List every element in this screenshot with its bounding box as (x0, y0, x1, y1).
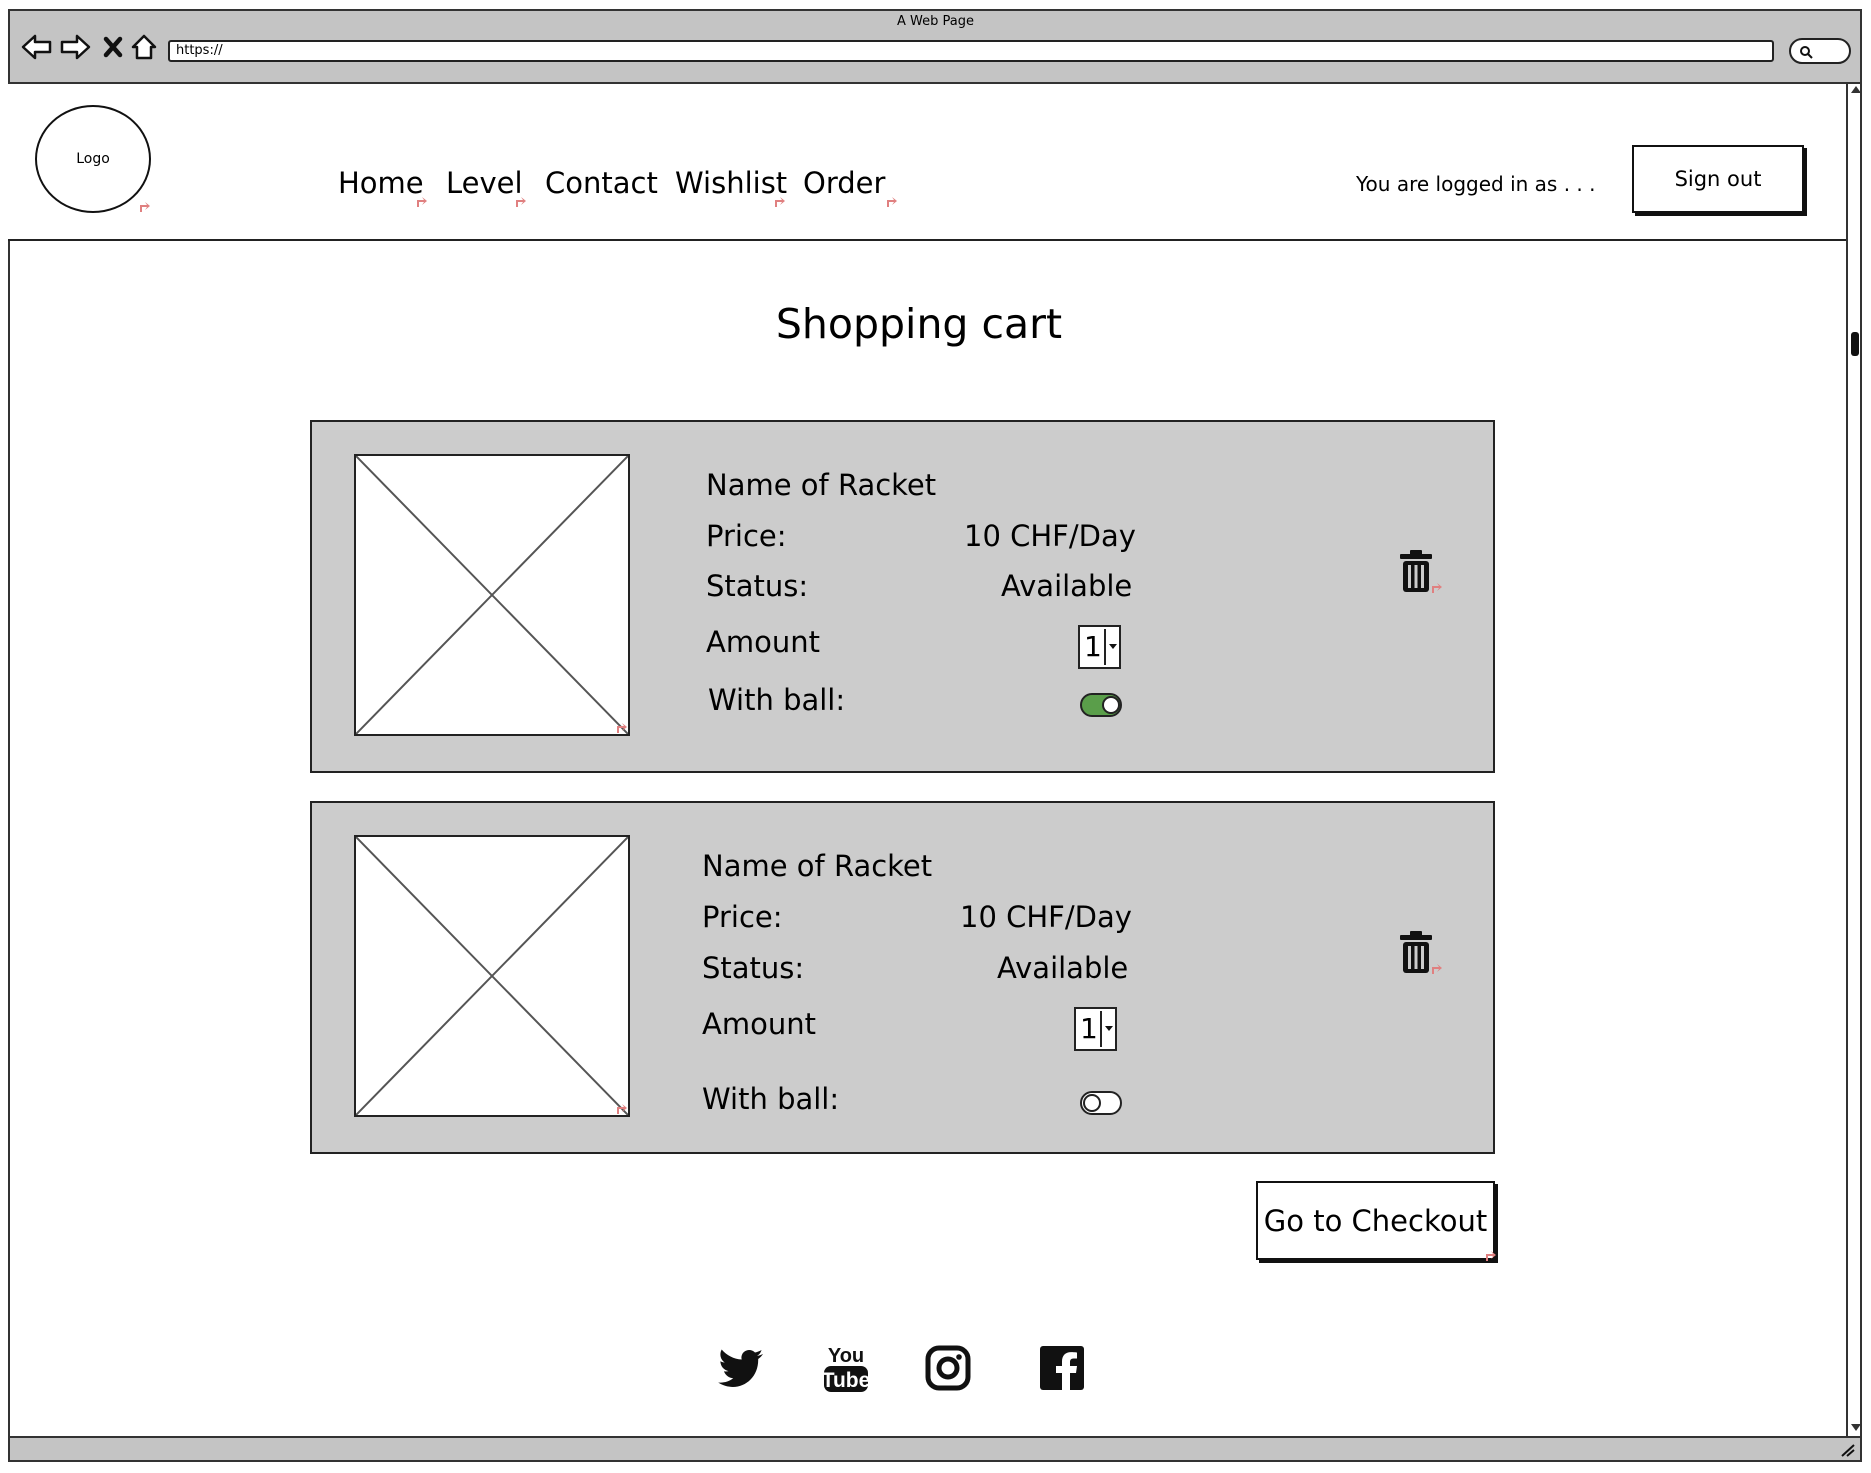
item-name: Name of Racket (706, 468, 937, 502)
link-marker-icon (1432, 964, 1442, 974)
amount-value: 1 (1080, 1012, 1098, 1045)
price-label: Price: (706, 519, 787, 553)
price-value: 10 CHF/Day (960, 900, 1132, 934)
nav-level[interactable]: Level (446, 166, 523, 200)
with-ball-toggle[interactable] (1080, 693, 1122, 717)
amount-value: 1 (1084, 630, 1102, 663)
with-ball-label: With ball: (702, 1082, 840, 1116)
product-image-placeholder[interactable] (354, 835, 630, 1117)
price-value: 10 CHF/Day (964, 519, 1136, 553)
url-input[interactable]: https:// (168, 40, 1774, 62)
browser-search-field[interactable] (1789, 38, 1851, 64)
page-title: Shopping cart (775, 300, 1063, 348)
svg-text:Tube: Tube (822, 1369, 870, 1392)
trash-icon[interactable] (1398, 930, 1434, 974)
status-value: Available (997, 951, 1129, 985)
logo[interactable]: Logo (35, 105, 151, 213)
window-title: A Web Page (897, 14, 974, 29)
link-marker-icon (617, 723, 627, 733)
toggle-knob (1083, 1094, 1101, 1112)
back-icon[interactable] (20, 30, 54, 64)
nav-wishlist[interactable]: Wishlist (675, 166, 787, 200)
home-icon[interactable] (128, 30, 160, 64)
toggle-knob (1102, 696, 1120, 714)
link-marker-icon (617, 1104, 627, 1114)
link-marker-icon (886, 193, 898, 207)
scroll-up-icon[interactable] (1851, 86, 1861, 93)
status-label: Status: (706, 569, 809, 603)
stepper-divider (1100, 1011, 1102, 1047)
checkout-button[interactable]: Go to Checkout (1256, 1181, 1496, 1261)
facebook-icon[interactable] (1038, 1342, 1086, 1394)
youtube-icon[interactable]: You Tube (822, 1342, 870, 1394)
link-marker-icon (515, 193, 527, 207)
vertical-scrollbar[interactable] (1846, 84, 1862, 1436)
browser-status-bar (8, 1436, 1862, 1462)
amount-label: Amount (702, 1007, 816, 1041)
checkout-label: Go to Checkout (1263, 1203, 1488, 1238)
instagram-icon[interactable] (924, 1342, 972, 1394)
resize-grip-icon[interactable] (1840, 1443, 1856, 1457)
link-marker-icon (139, 198, 151, 212)
stepper-divider (1104, 629, 1106, 665)
site-header (8, 84, 1846, 241)
nav-contact[interactable]: Contact (545, 166, 658, 200)
amount-stepper[interactable]: 1 (1074, 1007, 1117, 1051)
with-ball-toggle[interactable] (1080, 1091, 1122, 1115)
amount-label: Amount (706, 625, 820, 659)
trash-icon[interactable] (1398, 549, 1434, 593)
nav-home[interactable]: Home (338, 166, 424, 200)
search-icon (1800, 46, 1813, 59)
amount-stepper[interactable]: 1 (1078, 625, 1121, 669)
link-marker-icon (1432, 583, 1442, 593)
forward-icon[interactable] (58, 30, 92, 64)
product-image-placeholder[interactable] (354, 454, 630, 736)
chevron-down-icon (1105, 1026, 1113, 1031)
with-ball-label: With ball: (708, 683, 846, 717)
cart-item: Name of Racket Price: 10 CHF/Day Status:… (310, 420, 1495, 773)
price-label: Price: (702, 900, 783, 934)
stop-icon[interactable] (99, 30, 127, 64)
item-name: Name of Racket (702, 849, 933, 883)
link-marker-icon (774, 193, 786, 207)
login-status: You are logged in as . . . (1356, 172, 1596, 196)
twitter-icon[interactable] (717, 1342, 765, 1394)
scroll-thumb[interactable] (1851, 332, 1859, 356)
status-label: Status: (702, 951, 805, 985)
logo-text: Logo (76, 151, 110, 167)
scroll-down-icon[interactable] (1851, 1424, 1861, 1431)
status-value: Available (1001, 569, 1133, 603)
sign-out-button[interactable]: Sign out (1632, 145, 1804, 213)
link-marker-icon (1486, 1251, 1496, 1261)
cart-item: Name of Racket Price: 10 CHF/Day Status:… (310, 801, 1495, 1154)
nav-order[interactable]: Order (803, 166, 885, 200)
chevron-down-icon (1109, 644, 1117, 649)
svg-text:You: You (828, 1345, 864, 1367)
link-marker-icon (416, 193, 428, 207)
